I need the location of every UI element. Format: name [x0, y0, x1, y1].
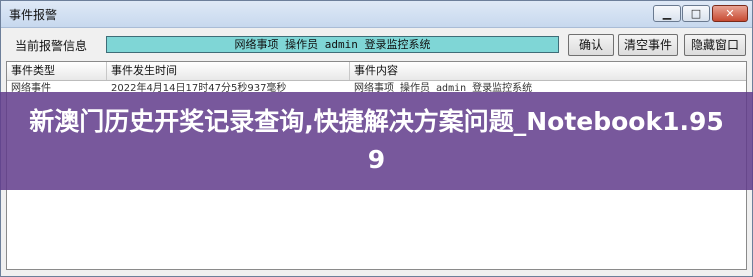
- list-header: 事件类型 事件发生时间 事件内容: [7, 62, 746, 81]
- hide-window-button[interactable]: 隐藏窗口: [684, 34, 746, 56]
- promo-banner-overlay: 新澳门历史开奖记录查询,快捷解决方案问题_Notebook1.959: [0, 92, 753, 190]
- confirm-button[interactable]: 确认: [568, 34, 614, 56]
- title-bar[interactable]: 事件报警 ▁ □ ✕: [1, 1, 752, 28]
- clear-events-button[interactable]: 清空事件: [618, 34, 678, 56]
- column-header-time[interactable]: 事件发生时间: [107, 62, 350, 80]
- column-header-type[interactable]: 事件类型: [7, 62, 107, 80]
- minimize-button[interactable]: ▁: [653, 5, 681, 22]
- current-alarm-field: 网络事项 操作员 admin 登录监控系统: [106, 36, 559, 53]
- promo-banner-text: 新澳门历史开奖记录查询,快捷解决方案问题_Notebook1.959: [29, 107, 724, 174]
- alarm-toolbar: 当前报警信息 网络事项 操作员 admin 登录监控系统 确认 清空事件 隐藏窗…: [1, 28, 752, 60]
- maximize-button[interactable]: □: [682, 5, 710, 22]
- window-title: 事件报警: [9, 8, 58, 22]
- close-button[interactable]: ✕: [712, 5, 748, 22]
- column-header-content[interactable]: 事件内容: [350, 62, 746, 80]
- current-alarm-label: 当前报警信息: [15, 39, 88, 53]
